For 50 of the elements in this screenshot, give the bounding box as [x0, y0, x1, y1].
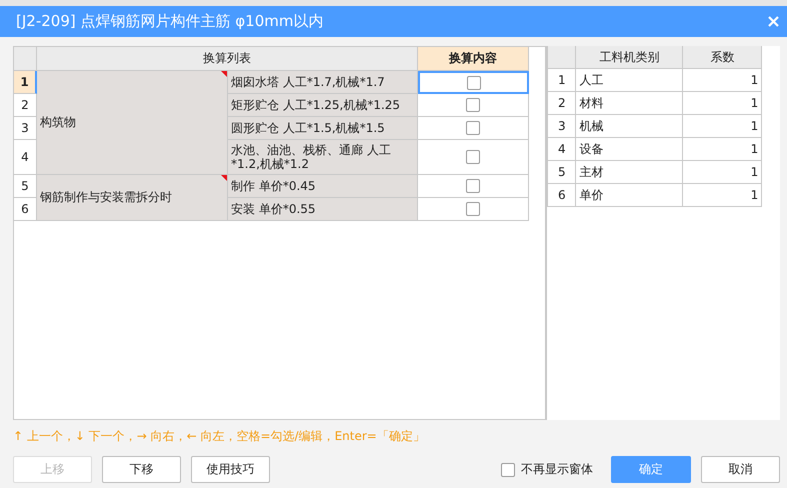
table-cell: 水池、油池、栈桥、通廊 人工*1.2,机械*1.2 — [228, 140, 418, 175]
row-number[interactable]: 1 — [14, 71, 37, 94]
column-header: 工料机类别 — [576, 46, 684, 69]
close-icon[interactable] — [768, 16, 779, 27]
row-number: 3 — [548, 115, 576, 138]
table-cell: 机械 — [576, 115, 684, 138]
table-cell: 1 — [683, 92, 762, 115]
cancel-button[interactable]: 取消 — [701, 456, 780, 483]
table-cell: 1 — [683, 184, 762, 207]
table-cell: 单价 — [576, 184, 684, 207]
checkbox[interactable] — [466, 121, 480, 135]
action-button[interactable]: 使用技巧 — [191, 456, 270, 483]
window-title: [J2-209] 点焊钢筋网片构件主筋 φ10mm以内 — [16, 12, 324, 31]
row-number[interactable]: 3 — [14, 117, 37, 140]
row-number: 2 — [548, 92, 576, 115]
row-number[interactable]: 6 — [14, 198, 37, 221]
row-number[interactable]: 2 — [14, 94, 37, 117]
group-label: 钢筋制作与安装需拆分时 — [40, 189, 172, 206]
row-number: 1 — [548, 69, 576, 92]
hint-text: ↑ 上一个，↓ 下一个，→ 向右，← 向左，空格=勾选/编辑，Enter=「确定」 — [12, 428, 426, 445]
action-button[interactable]: 下移 — [102, 456, 181, 483]
table-cell: 矩形贮仓 人工*1.25,机械*1.25 — [228, 94, 418, 117]
row-number[interactable]: 5 — [14, 175, 37, 198]
checkbox[interactable] — [466, 98, 480, 112]
checkbox[interactable] — [466, 150, 480, 164]
table-cell: 主材 — [576, 161, 684, 184]
table-cell: 1 — [683, 115, 762, 138]
table-cell: 烟囱水塔 人工*1.7,机械*1.7 — [228, 71, 418, 94]
checkbox[interactable] — [466, 202, 480, 216]
table-cell: 1 — [683, 69, 762, 92]
column-header: 换算内容 — [418, 47, 529, 71]
table-cell: 1 — [683, 138, 762, 161]
row-number[interactable]: 4 — [14, 140, 37, 175]
row-number: 5 — [548, 161, 576, 184]
checkbox[interactable] — [466, 76, 480, 90]
column-header: 换算列表 — [37, 47, 418, 71]
table-cell: 1 — [683, 161, 762, 184]
row-number: 4 — [548, 138, 576, 161]
table-cell: 安装 单价*0.55 — [228, 198, 418, 221]
checkbox[interactable] — [501, 462, 515, 476]
table-cell: 圆形贮仓 人工*1.5,机械*1.5 — [228, 117, 418, 140]
table-cell: 材料 — [576, 92, 684, 115]
checkbox-label: 不再显示窗体 — [521, 461, 593, 478]
group-label: 构筑物 — [40, 114, 76, 131]
checkbox[interactable] — [466, 179, 480, 193]
row-number: 6 — [548, 184, 576, 207]
table-cell: 制作 单价*0.45 — [228, 175, 418, 198]
column-header: 系数 — [683, 46, 762, 69]
table-cell: 人工 — [576, 69, 684, 92]
table-cell: 设备 — [576, 138, 684, 161]
